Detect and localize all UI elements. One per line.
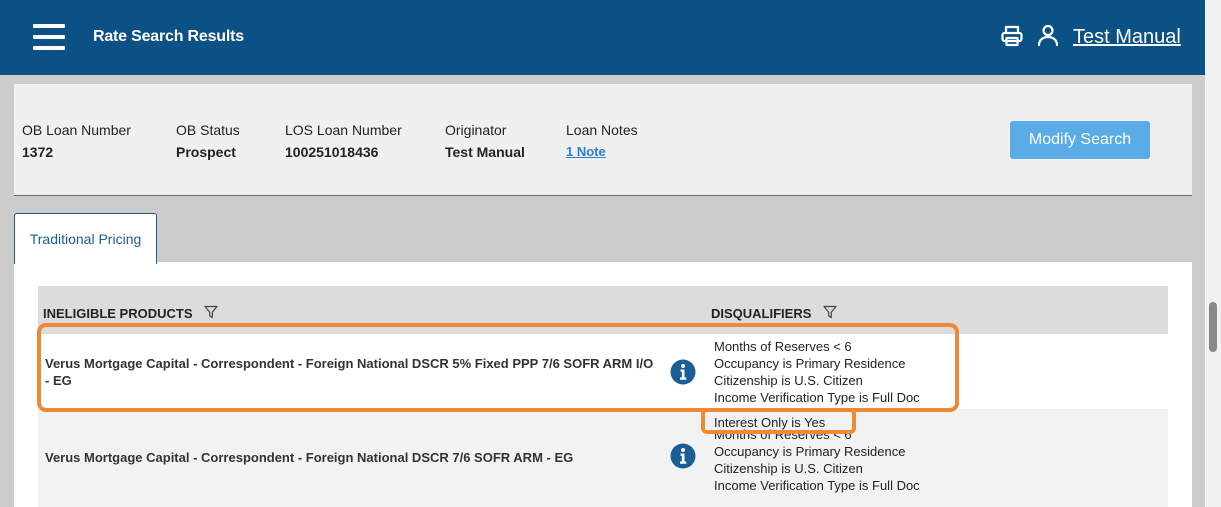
ob-loan-number-value: 1372 xyxy=(22,144,54,160)
table-row: Verus Mortgage Capital - Correspondent -… xyxy=(38,334,1168,409)
info-icon[interactable] xyxy=(670,359,696,385)
ob-status-field: OB Status Prospect xyxy=(176,122,240,160)
top-bar: Rate Search Results Test Manual xyxy=(0,0,1205,75)
disqualifier-item: Months of Reserves < 6 xyxy=(714,339,852,354)
column-header-label: DISQUALIFIERS xyxy=(711,306,812,321)
los-loan-number-label: LOS Loan Number xyxy=(285,122,402,138)
info-icon[interactable] xyxy=(670,443,696,469)
table-row: Verus Mortgage Capital - Correspondent -… xyxy=(38,409,1168,507)
disqualifier-item: Citizenship is U.S. Citizen xyxy=(714,461,863,476)
originator-value: Test Manual xyxy=(445,144,525,160)
modify-search-button[interactable]: Modify Search xyxy=(1010,121,1150,159)
loan-notes-field: Loan Notes 1 Note xyxy=(566,122,638,159)
filter-icon[interactable] xyxy=(823,305,837,319)
originator-field: Originator Test Manual xyxy=(445,122,525,160)
disqualifier-item: Months of Reserves < 6 xyxy=(714,427,852,442)
ob-status-value: Prospect xyxy=(176,144,236,160)
disqualifiers-list: Interest Only is Yes Months of Reserves … xyxy=(714,414,920,494)
loan-notes-label: Loan Notes xyxy=(566,122,638,138)
ob-loan-number-field: OB Loan Number 1372 xyxy=(22,122,131,160)
tab-traditional-pricing[interactable]: Traditional Pricing xyxy=(14,213,157,264)
column-header-label: INELIGIBLE PRODUCTS xyxy=(43,306,193,321)
hamburger-menu-icon[interactable] xyxy=(33,24,65,50)
loan-summary-panel: OB Loan Number 1372 OB Status Prospect L… xyxy=(14,84,1192,196)
filter-icon[interactable] xyxy=(204,305,218,319)
ob-status-label: OB Status xyxy=(176,122,240,138)
scrollbar-thumb[interactable] xyxy=(1209,302,1217,352)
page-title: Rate Search Results xyxy=(93,28,244,45)
ob-loan-number-label: OB Loan Number xyxy=(22,122,131,138)
product-name: Verus Mortgage Capital - Correspondent -… xyxy=(45,356,654,388)
disqualifier-item: Income Verification Type is Full Doc xyxy=(714,478,920,493)
user-icon[interactable] xyxy=(1036,23,1060,47)
loan-notes-link[interactable]: 1 Note xyxy=(566,144,638,159)
disqualifier-item: Income Verification Type is Full Doc xyxy=(714,390,920,405)
los-loan-number-value: 100251018436 xyxy=(285,144,379,160)
column-header-ineligible-products: INELIGIBLE PRODUCTS xyxy=(43,305,218,321)
disqualifiers-list: Months of Reserves < 6 Occupancy is Prim… xyxy=(714,338,920,406)
product-name: Verus Mortgage Capital - Correspondent -… xyxy=(45,450,574,465)
user-name-link[interactable]: Test Manual xyxy=(1073,26,1181,49)
column-header-disqualifiers: DISQUALIFIERS xyxy=(711,305,837,321)
disqualifier-item: Citizenship is U.S. Citizen xyxy=(714,373,863,388)
print-icon[interactable] xyxy=(1000,24,1024,48)
los-loan-number-field: LOS Loan Number 100251018436 xyxy=(285,122,402,160)
originator-label: Originator xyxy=(445,122,507,138)
scrollbar-track[interactable] xyxy=(1205,0,1221,507)
disqualifier-item: Occupancy is Primary Residence xyxy=(714,444,906,459)
disqualifier-item: Occupancy is Primary Residence xyxy=(714,356,906,371)
table-header: INELIGIBLE PRODUCTS DISQUALIFIERS xyxy=(38,286,1168,334)
